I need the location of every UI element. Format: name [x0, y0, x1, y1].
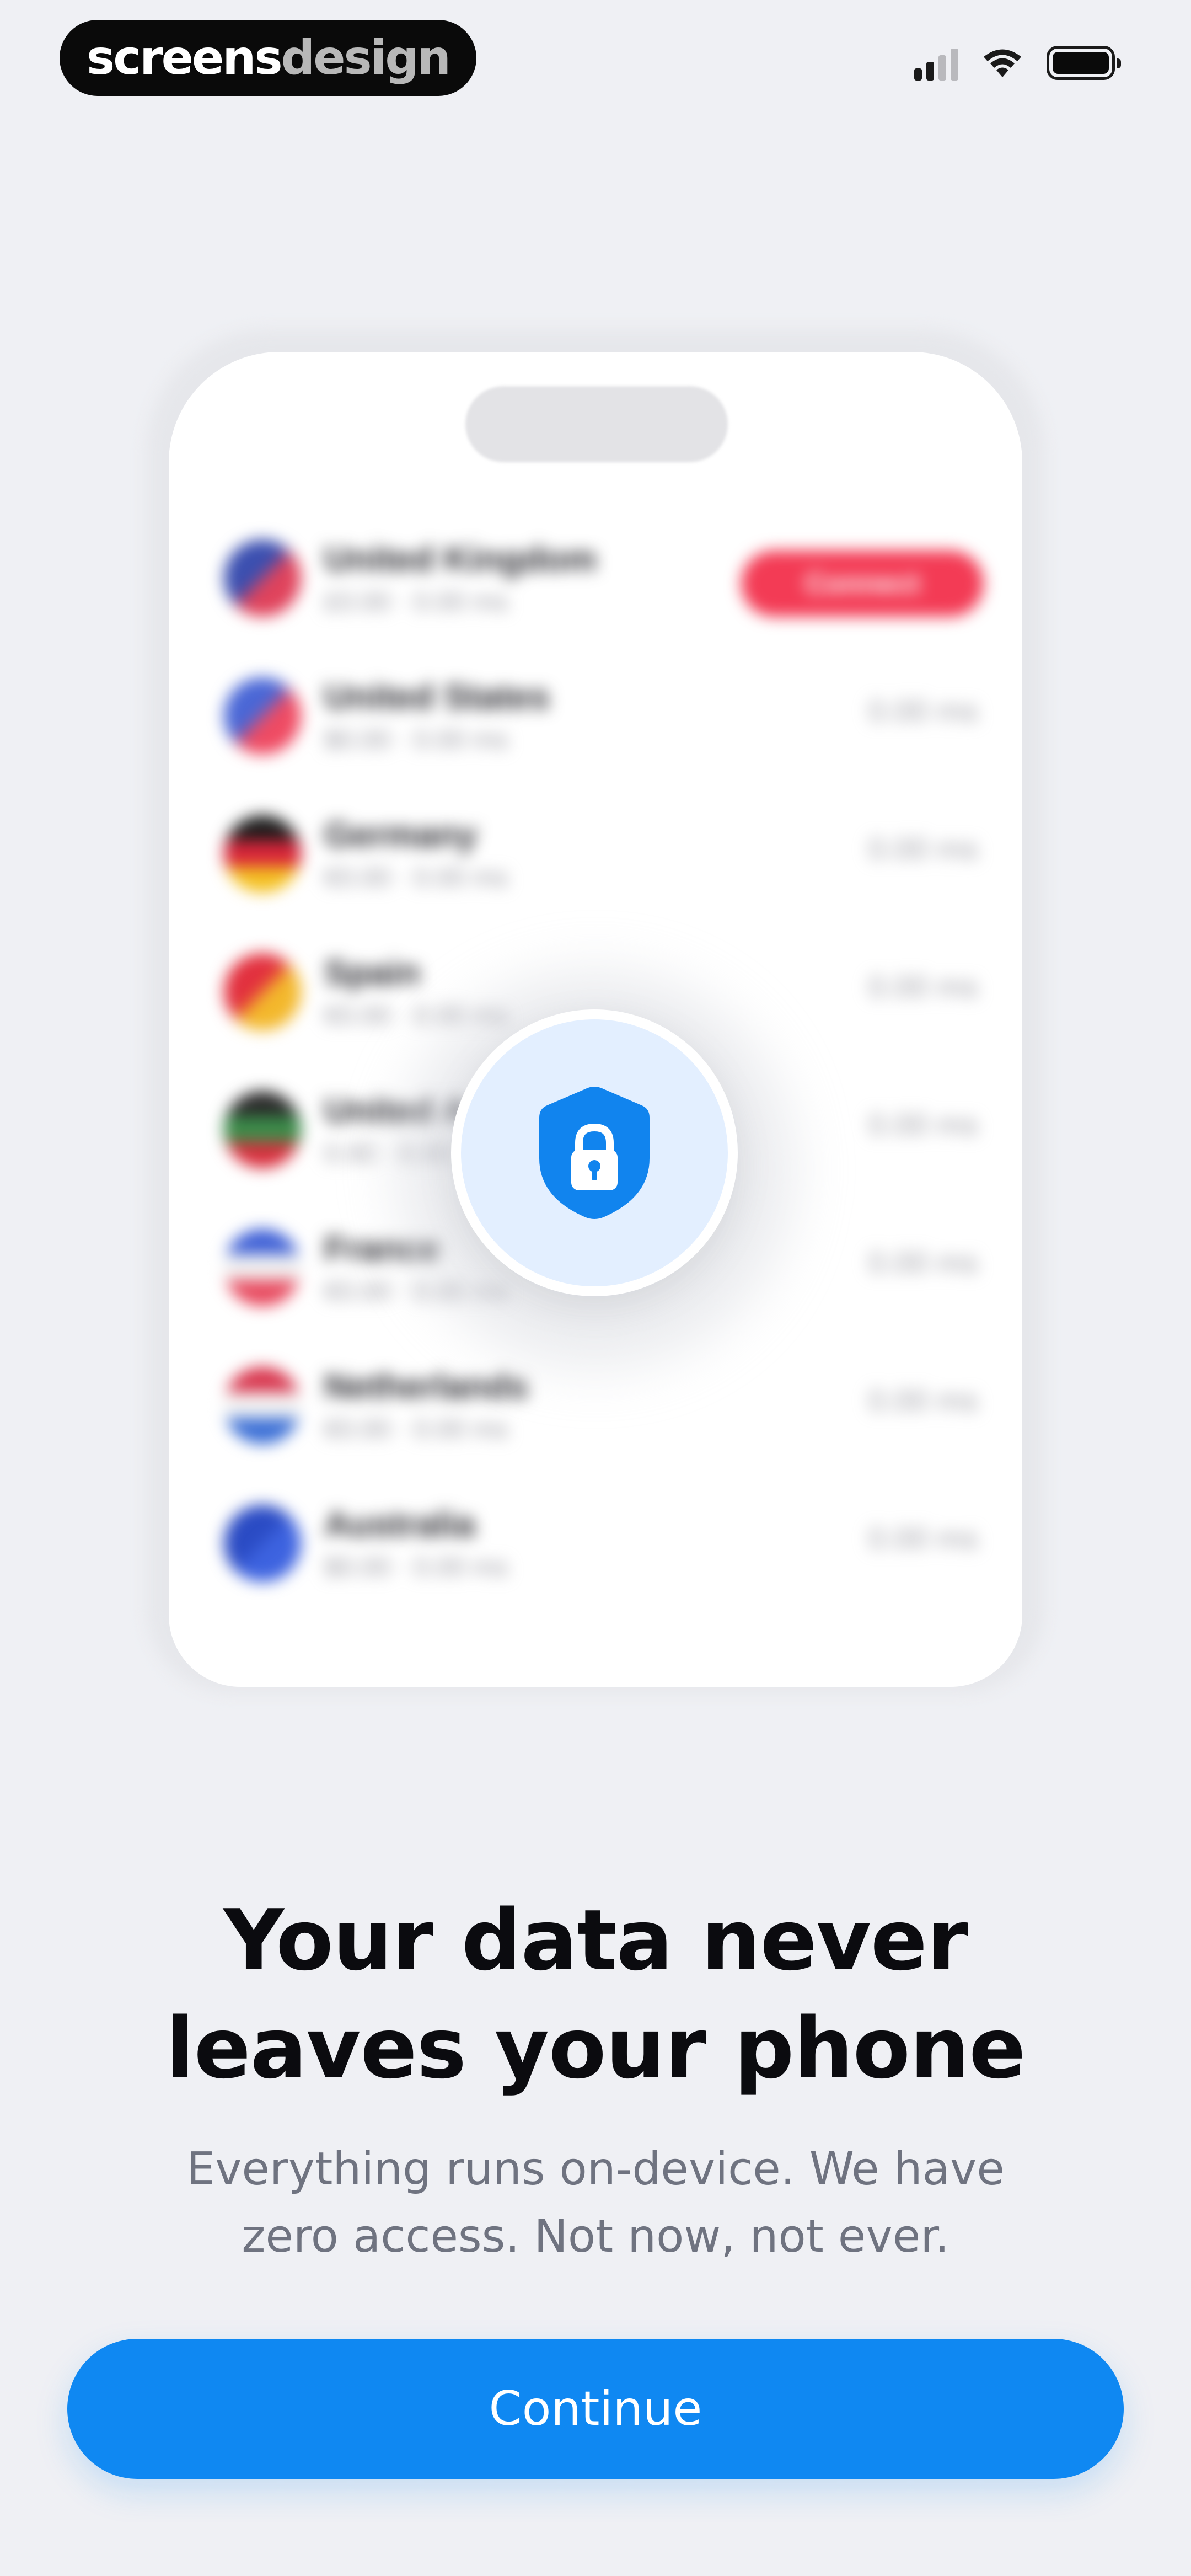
page-title: Your data never leaves your phone [66, 1886, 1125, 2103]
privacy-badge [451, 1009, 738, 1296]
country-name: Australia [324, 1504, 475, 1544]
country-name: Netherlands [324, 1366, 528, 1406]
subtitle-line-1: Everything runs on-device. We have [186, 2143, 1005, 2195]
country-detail: $0.00 · 0.00 ms [324, 725, 508, 755]
country-row: United Kingdom £0.00 · 0.00 ms Connect [169, 534, 1022, 672]
flag-icon [224, 1367, 301, 1444]
flag-icon [224, 677, 301, 755]
country-name: Germany [324, 815, 478, 854]
country-value: 0.00 ms [868, 1521, 978, 1556]
country-name: United States [324, 677, 550, 717]
watermark-secondary: design [281, 30, 451, 85]
country-value: 0.00 ms [868, 1245, 978, 1280]
country-row: Australia $0.00 · 0.00 ms 0.00 ms [169, 1499, 1022, 1637]
country-value: 0.00 ms [868, 831, 978, 866]
country-value: 0.00 ms [868, 1383, 978, 1418]
headline-line-1: Your data never [223, 1891, 968, 1989]
watermark-primary: screens [87, 30, 283, 85]
continue-button[interactable]: Continue [67, 2339, 1124, 2479]
country-value: 0.00 ms [868, 969, 978, 1004]
wifi-icon [984, 49, 1021, 77]
flag-icon [224, 1229, 301, 1306]
headline-line-2: leaves your phone [165, 2000, 1026, 2097]
country-name: Spain [324, 953, 421, 992]
country-detail: €0.00 · 0.00 ms [324, 863, 508, 892]
signal-icon [914, 45, 958, 81]
country-detail: €0.00 · 0.00 ms [324, 1415, 508, 1444]
subtitle-line-2: zero access. Not now, not ever. [242, 2210, 949, 2263]
country-row: Germany €0.00 · 0.00 ms 0.00 ms [169, 810, 1022, 948]
shield-lock-icon [539, 1087, 650, 1219]
country-value: 0.00 ms [868, 1107, 978, 1142]
flag-icon [224, 1091, 301, 1168]
country-detail: £0.00 · 0.00 ms [324, 587, 508, 617]
flag-icon [224, 539, 301, 617]
flag-icon [224, 1505, 301, 1582]
status-bar-icons [914, 45, 1121, 81]
flag-icon [224, 815, 301, 892]
country-name: United Kingdom [324, 539, 597, 579]
dynamic-island [465, 386, 728, 462]
screensdesign-watermark: screens design [60, 20, 476, 96]
country-row: Netherlands €0.00 · 0.00 ms 0.00 ms [169, 1361, 1022, 1499]
country-value: 0.00 ms [868, 693, 978, 728]
page-subtitle: Everything runs on-device. We have zero … [99, 2136, 1092, 2270]
country-row: United States $0.00 · 0.00 ms 0.00 ms [169, 672, 1022, 810]
flag-icon [224, 953, 301, 1030]
connect-pill: Connect [741, 551, 984, 617]
country-detail: $0.00 · 0.00 ms [324, 1553, 508, 1582]
battery-icon [1047, 46, 1121, 80]
